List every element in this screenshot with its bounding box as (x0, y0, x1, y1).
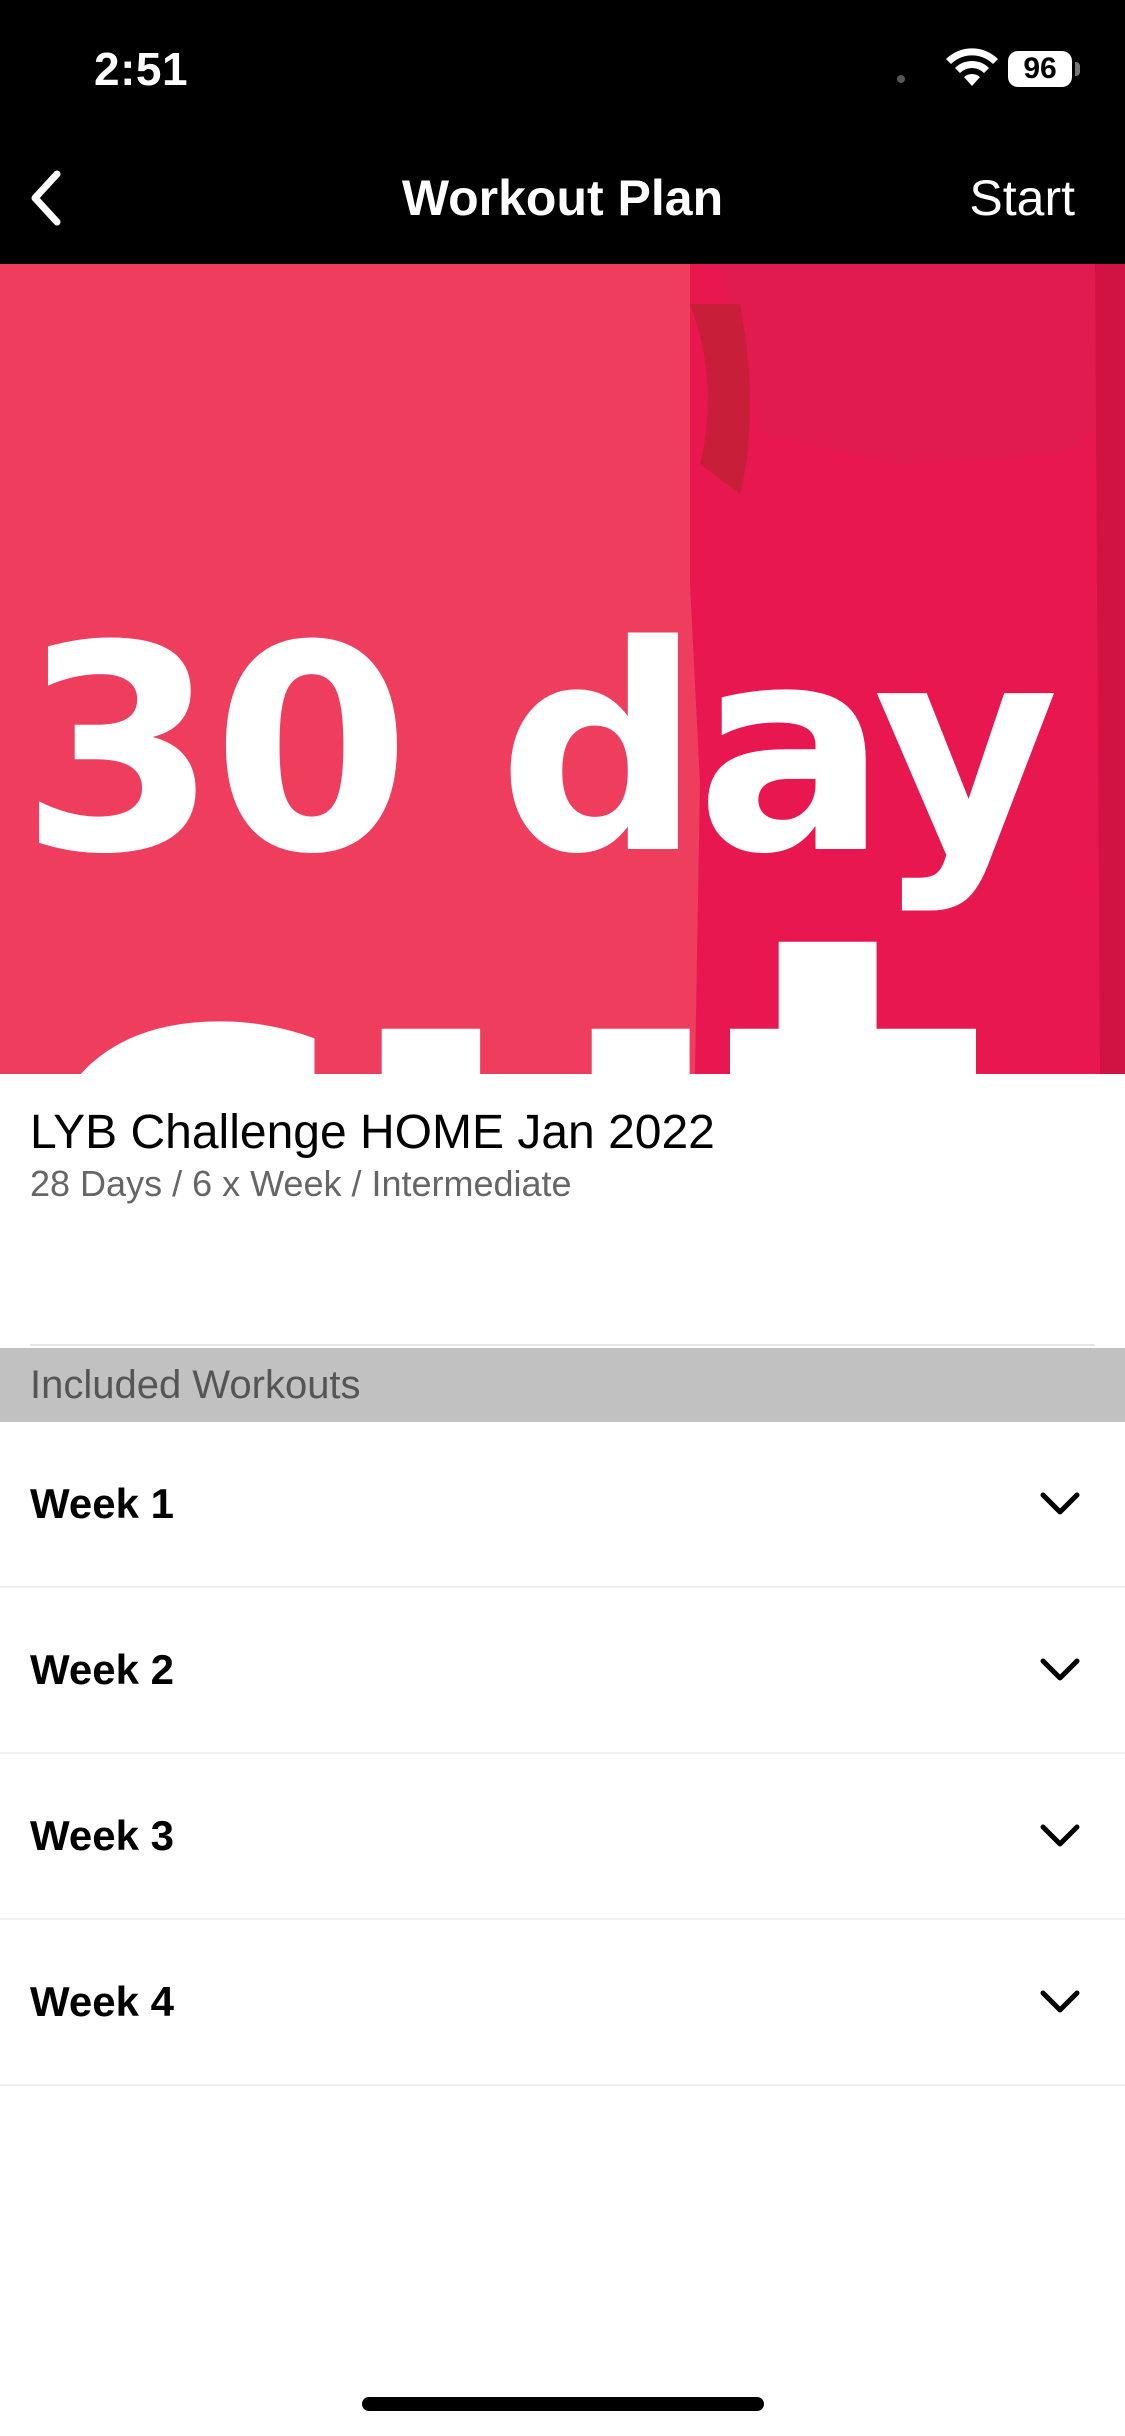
week-label: Week 4 (30, 1978, 174, 2025)
chevron-down-icon (1040, 1658, 1080, 1681)
status-time: 2:51 (94, 43, 189, 95)
plan-meta: 28 Days / 6 x Week / Intermediate (30, 1163, 572, 1204)
status-dot (897, 75, 905, 83)
hero-image: 30 day cut (0, 264, 1125, 1074)
chevron-down-icon (1040, 1824, 1080, 1847)
section-header-label: Included Workouts (30, 1363, 361, 1407)
hero-text-line1: 30 day (20, 585, 1059, 917)
week-label: Week 1 (30, 1480, 174, 1527)
week-row-4[interactable]: Week 4 (0, 1920, 1125, 2086)
week-label: Week 2 (30, 1646, 174, 1693)
chevron-down-icon (1040, 1492, 1080, 1515)
week-row-1[interactable]: Week 1 (0, 1422, 1125, 1588)
battery-icon: 96 (1008, 51, 1072, 87)
week-row-2[interactable]: Week 2 (0, 1588, 1125, 1754)
wifi-icon (946, 48, 998, 86)
week-row-3[interactable]: Week 3 (0, 1754, 1125, 1920)
start-button[interactable]: Start (969, 168, 1075, 228)
home-indicator[interactable] (362, 2397, 764, 2411)
divider (30, 1344, 1095, 1346)
battery-tip (1075, 62, 1080, 76)
chevron-down-icon (1040, 1990, 1080, 2013)
week-label: Week 3 (30, 1812, 174, 1859)
section-header: Included Workouts (0, 1348, 1125, 1422)
page-title: Workout Plan (401, 170, 724, 226)
plan-title: LYB Challenge HOME Jan 2022 (30, 1106, 715, 1159)
battery-level: 96 (1023, 52, 1057, 85)
hero-text-line2: cut (20, 924, 976, 1074)
nav-header: 2:51 96 Workout Plan Start (0, 0, 1125, 264)
